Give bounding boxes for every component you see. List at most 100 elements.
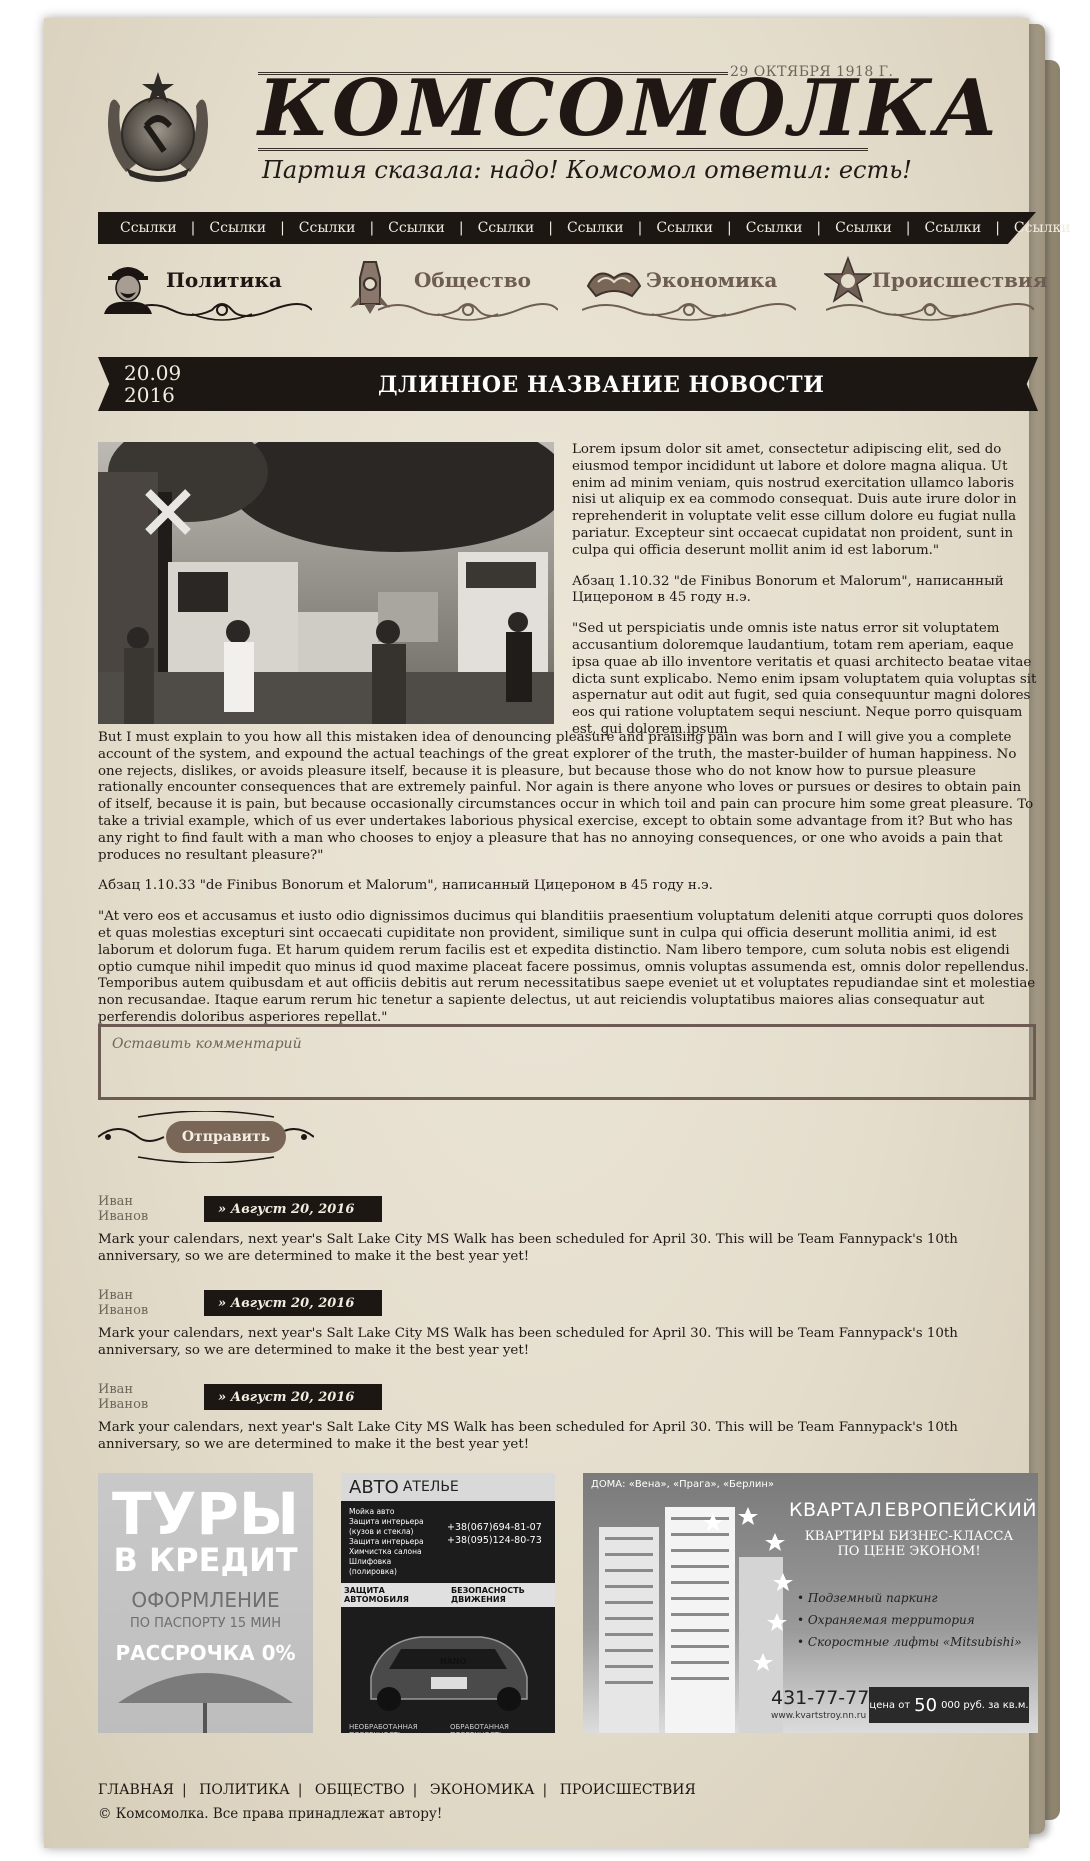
- nav-link[interactable]: Ссылки: [553, 220, 638, 236]
- ad-realty-feature: • Скоростные лифты «Mitsubishi»: [797, 1635, 1022, 1649]
- comment-author: Иван Иванов: [98, 1382, 149, 1412]
- article-date: 20.09 2016: [124, 362, 181, 406]
- comment-date: » Август 20, 2016: [204, 1290, 382, 1316]
- ad-auto-service: Защита интерьера: [349, 1537, 424, 1546]
- ad-realty-feature: • Подземный паркинг: [797, 1591, 938, 1605]
- footer-nav: ГЛАВНАЯ | ПОЛИТИКА | ОБЩЕСТВО | ЭКОНОМИКА | …: [98, 1782, 700, 1798]
- ad-auto-phone1: +38(067)694-81-07: [447, 1522, 542, 1533]
- category-label: Происшествия: [872, 268, 1048, 292]
- ad-auto-service: Мойка авто: [349, 1507, 395, 1516]
- nav-link[interactable]: Ссылки: [911, 220, 996, 236]
- category-label: Общество: [414, 268, 531, 292]
- ad-realty-price-prefix: цена от: [869, 1699, 911, 1711]
- top-nav-links: Ссылки | Ссылки | Ссылки | Ссылки | Ссылки | …: [106, 212, 1071, 244]
- stars-arc-icon: [703, 1507, 793, 1671]
- article-paragraph: "At vero eos et accusamus et iusto odio …: [98, 909, 1036, 1025]
- ad-auto-tag1: ЗАЩИТА АВТОМОБИЛЯ: [344, 1586, 409, 1604]
- masthead-title: КОМСОМОЛКА: [258, 63, 1002, 154]
- footer-separator: |: [542, 1782, 548, 1798]
- ad-realty-site: www.kvartstroy.nn.ru: [771, 1711, 867, 1721]
- footer-link-economy[interactable]: ЭКОНОМИКА: [426, 1782, 539, 1798]
- ad-tours-line3: ОФОРМЛЕНИЕ: [131, 1588, 280, 1613]
- ad-auto-brand2: АТЕЛЬЕ: [402, 1479, 459, 1495]
- ad-tours-line1: ТУРЫ: [112, 1480, 299, 1548]
- ad-realty[interactable]: ДОМА: «Вена», «Прага», «Берлин» КВАРТАЛ …: [583, 1473, 1038, 1733]
- article-paragraph: "Sed ut perspiciatis unde omnis iste nat…: [572, 621, 1037, 737]
- flourish-ornament: [377, 296, 559, 326]
- article-paragraph: Абзац 1.10.32 "de Finibus Bonorum et Mal…: [572, 573, 1004, 606]
- flourish-ornament: [825, 296, 1035, 326]
- footer-link-politics[interactable]: ПОЛИТИКА: [195, 1782, 294, 1798]
- ad-realty-feature: • Охраняемая территория: [797, 1613, 975, 1627]
- article-paragraph: But I must explain to you how all this m…: [98, 730, 1034, 863]
- nav-link[interactable]: Ссылки: [374, 220, 459, 236]
- article-body-right: Lorem ipsum dolor sit amet, consectetur …: [572, 442, 1038, 753]
- ad-auto-tag2: БЕЗОПАСНОСТЬ ДВИЖЕНИЯ: [451, 1586, 525, 1604]
- ad-auto-brand1: АВТО: [349, 1476, 399, 1498]
- ussr-emblem-icon: [96, 64, 220, 188]
- footer-separator: |: [412, 1782, 418, 1798]
- ad-realty-price-suffix: 000 руб. за кв.м.: [941, 1699, 1029, 1711]
- comment-text: Mark your calendars, next year's Salt La…: [98, 1326, 958, 1358]
- category-economy[interactable]: Экономика: [581, 252, 802, 322]
- ad-realty-brand-a: КВАРТАЛ: [789, 1499, 883, 1521]
- comment-item: Иван Иванов » Август 20, 2016 Mark your …: [98, 1288, 1038, 1360]
- comment-text: Mark your calendars, next year's Salt La…: [98, 1420, 958, 1452]
- nav-link[interactable]: Ссылки: [642, 220, 727, 236]
- ad-tours[interactable]: ТУРЫ В КРЕДИТ ОФОРМЛЕНИЕ ПО ПАСПОРТУ 15 …: [98, 1473, 313, 1733]
- ad-realty-tag1: КВАРТИРЫ БИЗНЕС-КЛАССА: [804, 1529, 1014, 1544]
- article-paragraph: Абзац 1.10.33 "de Finibus Bonorum et Mal…: [98, 878, 713, 894]
- ad-auto-bottom1: НЕОБРАБОТАННАЯ ПОВЕРХНОСТЬ: [349, 1723, 418, 1733]
- ad-realty-price: 50: [914, 1694, 938, 1716]
- comment-author: Иван Иванов: [98, 1288, 149, 1318]
- nav-link[interactable]: Ссылки: [732, 220, 817, 236]
- comment-author: Иван Иванов: [98, 1194, 149, 1224]
- ad-auto-atelier[interactable]: АВТО АТЕЛЬЕ Мойка авто Защита интерьера …: [341, 1473, 555, 1733]
- category-label: Экономика: [646, 268, 778, 292]
- article-title: ДЛИННОЕ НАЗВАНИЕ НОВОСТИ: [378, 372, 825, 398]
- nav-link[interactable]: Ссылки: [1000, 220, 1085, 236]
- ad-auto-service: Химчистка салона: [349, 1547, 422, 1556]
- comment-text: Mark your calendars, next year's Salt La…: [98, 1232, 958, 1264]
- nav-link[interactable]: Ссылки: [106, 220, 191, 236]
- umbrella-icon: [118, 1673, 293, 1733]
- footer-separator: |: [181, 1782, 187, 1798]
- ad-auto-service: Защита интерьера (кузов и стекла): [349, 1517, 424, 1536]
- article-body-full: But I must explain to you how all this m…: [98, 730, 1038, 1041]
- ad-auto-bottom2: ОБРАБОТАННАЯ ПОВЕРХНОСТЬ: [450, 1723, 509, 1733]
- footer-link-home[interactable]: ГЛАВНАЯ: [98, 1782, 178, 1798]
- ad-realty-top: ДОМА: «Вена», «Прага», «Берлин»: [591, 1479, 774, 1490]
- category-label: Политика: [166, 268, 282, 292]
- article-date-day: 20.09: [124, 361, 182, 385]
- nav-link[interactable]: Ссылки: [285, 220, 370, 236]
- flourish-ornament: [131, 296, 313, 326]
- nav-link[interactable]: Ссылки: [821, 220, 906, 236]
- flourish-ornament: [581, 296, 797, 326]
- ad-tours-line5: РАССРОЧКА 0%: [115, 1641, 296, 1666]
- footer-link-society[interactable]: ОБЩЕСТВО: [311, 1782, 409, 1798]
- ad-auto-service: Шлифовка (полировка): [349, 1557, 397, 1576]
- comment-date: » Август 20, 2016: [204, 1196, 382, 1222]
- category-society[interactable]: Общество: [338, 252, 559, 322]
- category-incidents[interactable]: Происшествия: [822, 252, 1048, 322]
- article-paragraph: Lorem ipsum dolor sit amet, consectetur …: [572, 442, 1017, 558]
- footer-separator: |: [297, 1782, 303, 1798]
- category-politics[interactable]: Политика: [98, 252, 318, 322]
- comment-item: Иван Иванов » Август 20, 2016 Mark your …: [98, 1194, 1038, 1266]
- copyright: © Комсомолка. Все права принадлежат авто…: [98, 1806, 443, 1822]
- ad-tours-line2: В КРЕДИТ: [113, 1541, 298, 1579]
- ad-auto-phone2: +38(095)124-80-73: [447, 1535, 542, 1546]
- article-date-year: 2016: [124, 383, 175, 407]
- comment-date: » Август 20, 2016: [204, 1384, 382, 1410]
- ad-realty-phone: 431-77-77: [771, 1687, 870, 1709]
- comment-item: Иван Иванов » Август 20, 2016 Mark your …: [98, 1382, 1038, 1454]
- footer-link-incidents[interactable]: ПРОИСШЕСТВИЯ: [556, 1782, 700, 1798]
- nav-link[interactable]: Ссылки: [464, 220, 549, 236]
- masthead-bottom-rule: [258, 148, 868, 155]
- ad-realty-brand-b: ЕВРОПЕЙСКИЙ: [884, 1499, 1038, 1521]
- ad-auto-plate: NANO: [440, 1657, 467, 1666]
- ad-tours-line4: ПО ПАСПОРТУ 15 МИН: [129, 1616, 282, 1632]
- slogan: Партия сказала: надо! Комсомол ответил: …: [262, 156, 912, 184]
- nav-link[interactable]: Ссылки: [195, 220, 280, 236]
- submit-comment-button[interactable]: Отправить: [166, 1121, 286, 1153]
